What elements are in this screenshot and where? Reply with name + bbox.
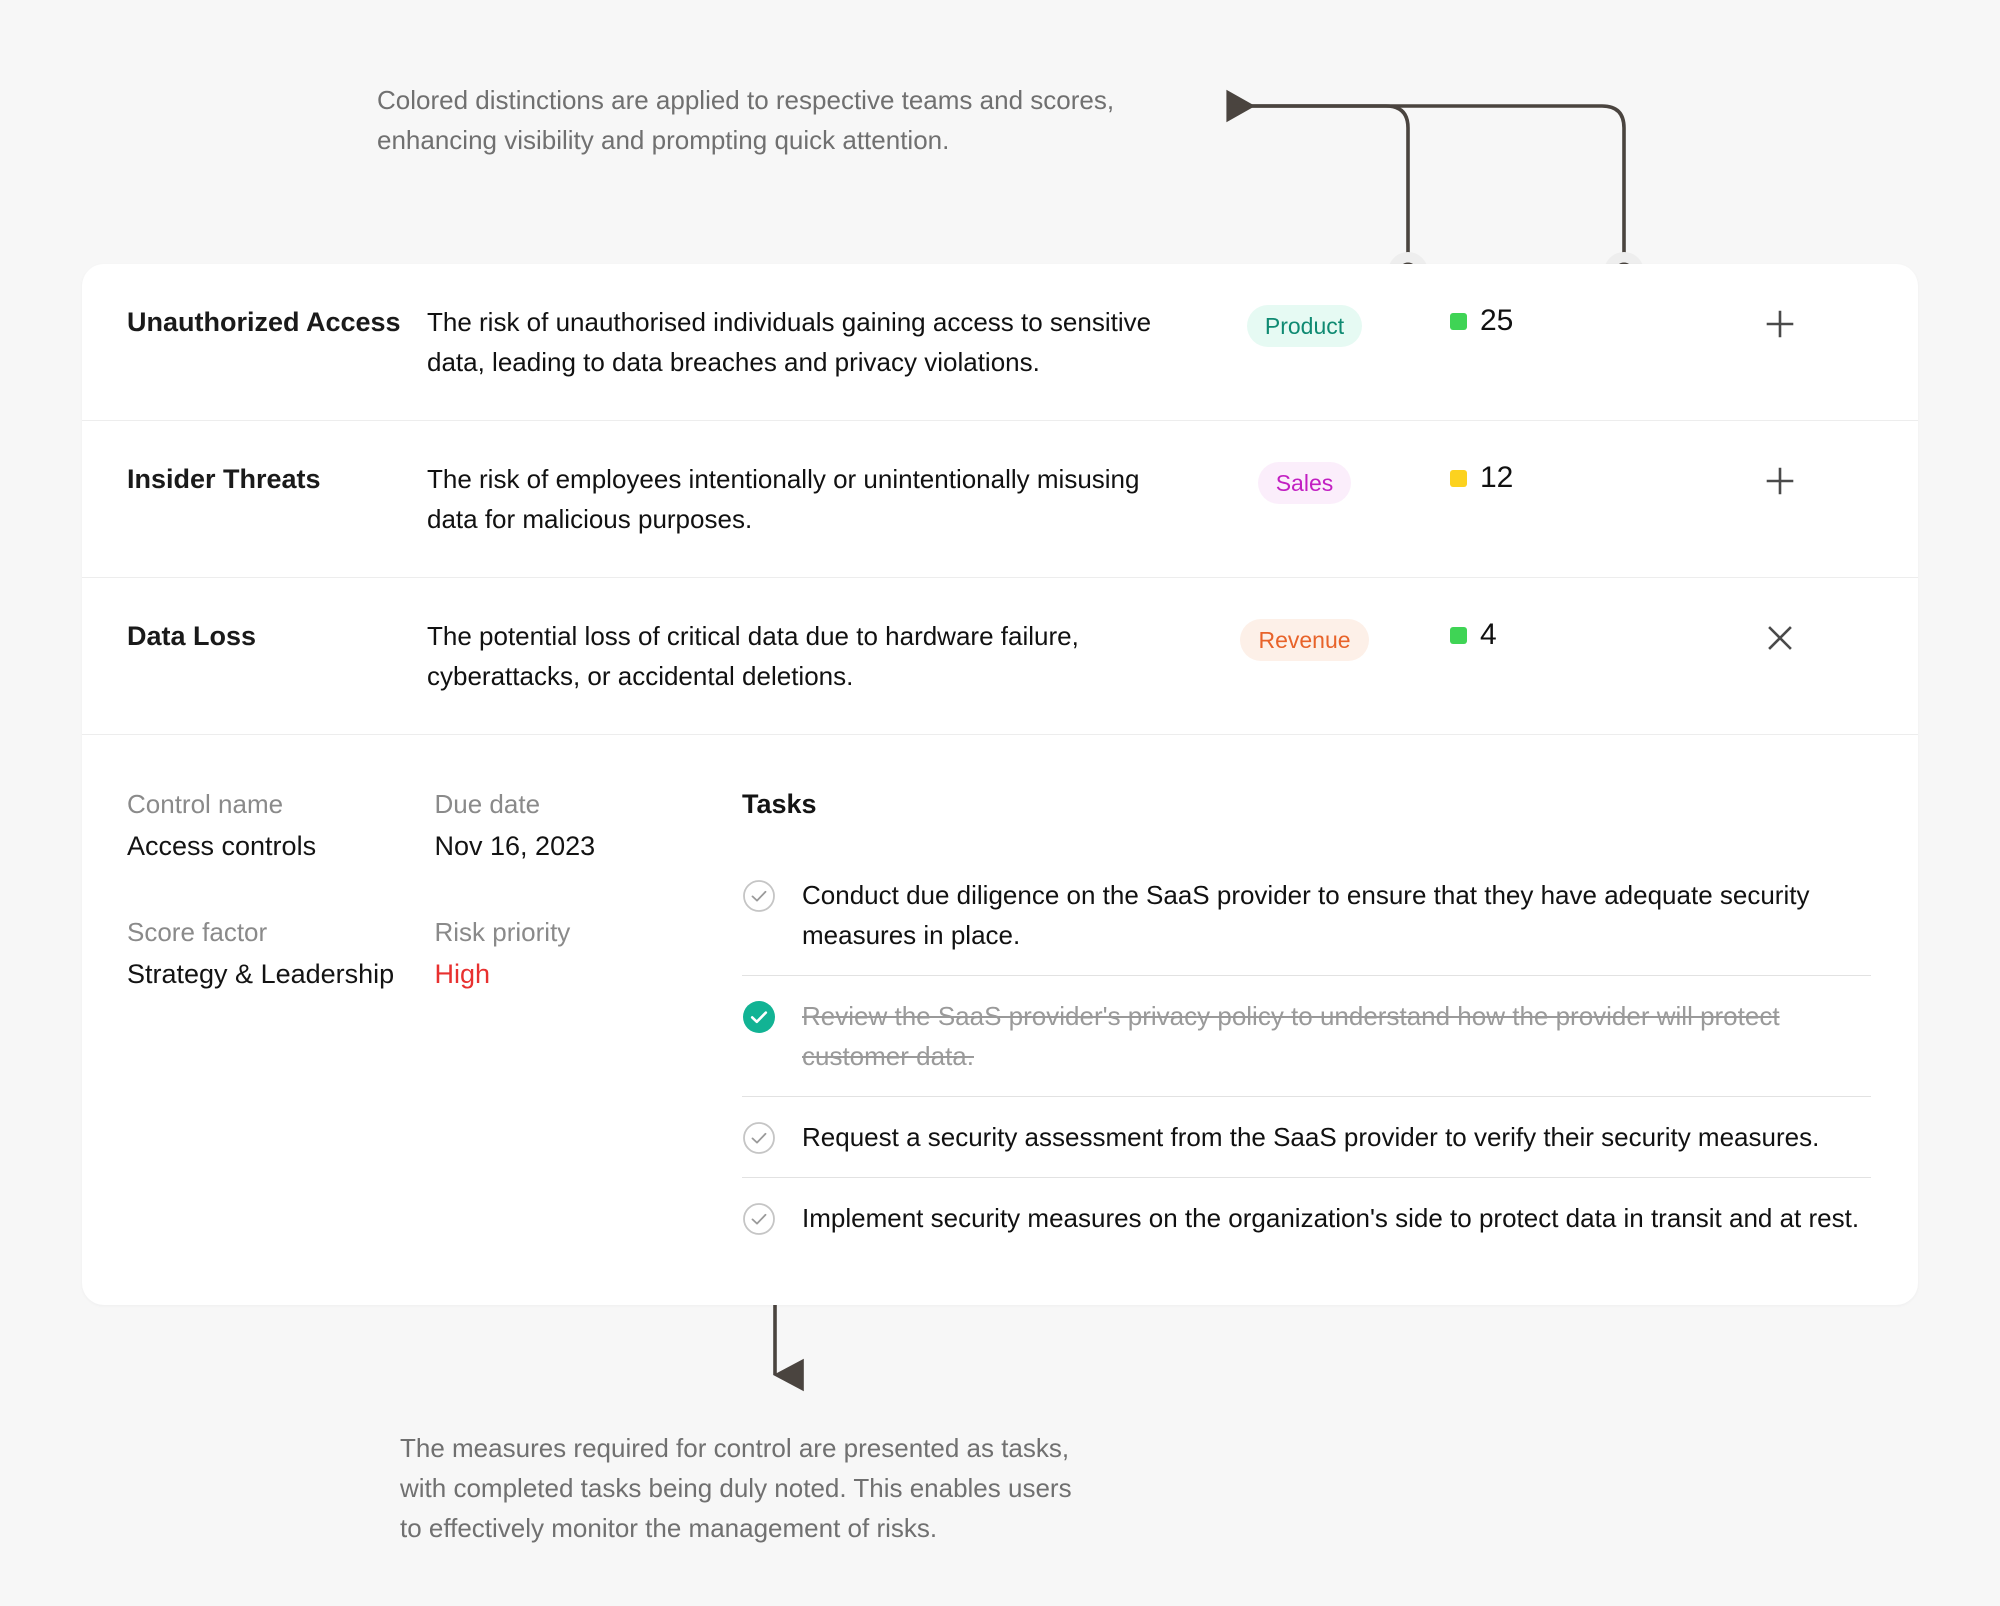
field-label-score-factor: Score factor (127, 917, 268, 947)
risk-action-cell (1642, 616, 1918, 658)
score-value: 12 (1480, 461, 1514, 494)
score-value: 25 (1480, 304, 1514, 337)
task-checkbox-empty-icon[interactable] (742, 1202, 776, 1236)
task-text: Request a security assessment from the S… (802, 1122, 1820, 1152)
team-badge: Product (1246, 305, 1363, 347)
task-list: Conduct due diligence on the SaaS provid… (742, 855, 1871, 1258)
risk-action-cell (1642, 459, 1918, 501)
risk-description: The risk of employees intentionally or u… (427, 464, 1140, 534)
field-value-risk-priority: High (434, 959, 491, 989)
risk-description: The potential loss of critical data due … (427, 621, 1079, 691)
close-icon[interactable] (1760, 618, 1800, 658)
score-color-chip (1450, 626, 1467, 644)
risk-rows: Unauthorized Access The risk of unauthori… (82, 264, 1918, 735)
team-badge: Revenue (1240, 619, 1369, 661)
risk-title: Insider Threats (127, 464, 321, 494)
risk-row[interactable]: Data Loss The potential loss of critical … (82, 578, 1918, 735)
risk-description: The risk of unauthorised individuals gai… (427, 307, 1152, 377)
risk-score-cell: 25 (1412, 302, 1642, 338)
task-checkbox-empty-icon[interactable] (742, 1121, 776, 1155)
field-label-due-date: Due date (434, 789, 541, 819)
risk-team-cell: Revenue (1197, 616, 1412, 661)
risk-team-cell: Product (1197, 302, 1412, 347)
score-color-chip (1450, 312, 1467, 330)
risk-score-cell: 4 (1412, 616, 1642, 652)
field-value-due-date: Nov 16, 2023 (434, 831, 596, 861)
task-checkbox-empty-icon[interactable] (742, 879, 776, 913)
risk-team-cell: Sales (1197, 459, 1412, 504)
detail-fields-column-1: Control name Access controls Score facto… (127, 785, 435, 1258)
task-text: Implement security measures on the organ… (802, 1203, 1860, 1233)
detail-fields: Control name Access controls Score facto… (82, 785, 742, 1258)
risk-action-cell (1642, 302, 1918, 344)
task-item[interactable]: Request a security assessment from the S… (742, 1097, 1871, 1178)
task-item[interactable]: Conduct due diligence on the SaaS provid… (742, 855, 1871, 976)
tasks-heading: Tasks (742, 789, 817, 819)
team-badge: Sales (1257, 462, 1352, 504)
risk-row[interactable]: Insider Threats The risk of employees int… (82, 421, 1918, 578)
risk-row[interactable]: Unauthorized Access The risk of unauthori… (82, 264, 1918, 421)
screenshot-root: Colored distinctions are applied to resp… (0, 0, 2000, 1606)
task-checkbox-checked-icon[interactable] (742, 1000, 776, 1034)
risk-title: Data Loss (127, 621, 257, 651)
task-item[interactable]: Implement security measures on the organ… (742, 1178, 1871, 1258)
tasks-section: Tasks Conduct due diligence on the SaaS … (742, 785, 1918, 1258)
plus-icon[interactable] (1760, 304, 1800, 344)
risk-score-cell: 12 (1412, 459, 1642, 495)
risk-title: Unauthorized Access (127, 307, 401, 337)
plus-icon[interactable] (1760, 461, 1800, 501)
field-value-score-factor: Strategy & Leadership (127, 959, 395, 989)
task-text: Review the SaaS provider's privacy polic… (802, 1001, 1780, 1071)
risk-register-card: Unauthorized Access The risk of unauthori… (82, 264, 1918, 1305)
task-item[interactable]: Review the SaaS provider's privacy polic… (742, 976, 1871, 1097)
annotation-caption-top: Colored distinctions are applied to resp… (377, 85, 1115, 155)
score-value: 4 (1480, 618, 1497, 651)
detail-fields-column-2: Due date Nov 16, 2023 Risk priority High (435, 785, 743, 1258)
field-label-risk-priority: Risk priority (434, 917, 571, 947)
field-value-control-name: Access controls (127, 831, 317, 861)
field-label-control-name: Control name (127, 789, 284, 819)
risk-detail-panel: Control name Access controls Score facto… (82, 735, 1918, 1258)
task-text: Conduct due diligence on the SaaS provid… (802, 880, 1810, 950)
score-color-chip (1450, 469, 1467, 487)
annotation-caption-bottom: The measures required for control are pr… (400, 1433, 1072, 1543)
